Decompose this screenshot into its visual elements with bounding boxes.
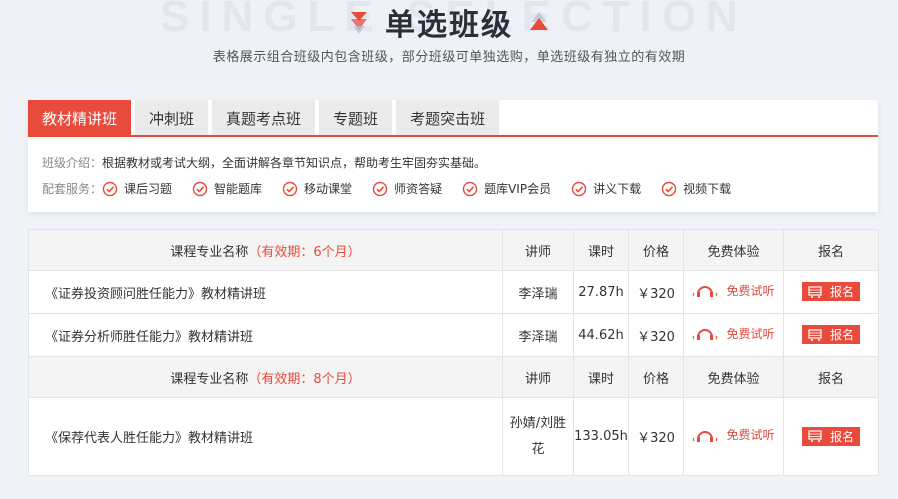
free-trial-link[interactable]: 免费试听	[692, 282, 775, 299]
enroll-label: 报名	[829, 328, 854, 343]
course-hours: 133.05h	[573, 397, 629, 476]
enroll-cell: 报名	[783, 397, 879, 476]
headset-icon	[693, 286, 718, 298]
enroll-label: 报名	[829, 285, 854, 300]
tab-sprint[interactable]: 冲刺班	[135, 100, 209, 136]
class-tabs: 教材精讲班 冲刺班 真题考点班 专题班 考题突击班	[28, 100, 500, 136]
tab-exam-points[interactable]: 真题考点班	[212, 100, 316, 136]
header-enroll: 报名	[783, 229, 879, 271]
down-arrow-icon	[351, 12, 367, 34]
service-label: 视频下载	[683, 182, 732, 196]
page-subtitle: 表格展示组合班级内包含班级，部分班级可单独选购，单选班级有独立的有效期	[212, 50, 686, 65]
service-item: 视频下载	[661, 180, 731, 197]
page-title: 单选班级	[385, 8, 513, 43]
headset-icon	[693, 430, 718, 442]
service-item: 师资答疑	[372, 180, 442, 197]
table-header-row: 课程专业名称（有效期：8个月） 讲师 课时 价格 免费体验 报名	[28, 356, 879, 398]
services-list: 配套服务： 课后习题 智能题库 移动课堂 师资答疑 题库VIP会员 讲义下载 视…	[42, 180, 751, 197]
service-item: 题库VIP会员	[462, 180, 551, 197]
course-table: 课程专业名称（有效期：6个月） 讲师 课时 价格 免费体验 报名 《证券投资顾问…	[28, 229, 879, 476]
trial-cell: 免费试听	[683, 270, 784, 314]
enroll-cell: 报名	[783, 270, 879, 314]
check-circle-icon	[372, 181, 388, 196]
trial-cell: 免费试听	[683, 313, 784, 357]
table-row: 《证券分析师胜任能力》教材精讲班 李泽瑞 44.62h ￥320 免费试听 报名	[28, 313, 879, 357]
enroll-label: 报名	[829, 429, 854, 444]
service-label: 移动课堂	[304, 182, 353, 196]
page-header: SINGLE SELECTION 单选班级 表格展示组合班级内包含班级，部分班级…	[0, 0, 898, 80]
bottom-strip	[0, 488, 898, 499]
check-circle-icon	[462, 181, 478, 196]
check-circle-icon	[571, 181, 587, 196]
service-label: 题库VIP会员	[484, 182, 552, 196]
free-trial-label: 免费试听	[726, 283, 775, 298]
course-price: ￥320	[628, 313, 684, 357]
cart-icon	[808, 286, 822, 298]
table-row: 《证券投资顾问胜任能力》教材精讲班 李泽瑞 27.87h ￥320 免费试听 报…	[28, 270, 879, 314]
header-free-trial: 免费体验	[683, 229, 784, 271]
trial-cell: 免费试听	[683, 397, 784, 476]
table-header-row: 课程专业名称（有效期：6个月） 讲师 课时 价格 免费体验 报名	[28, 229, 879, 271]
course-name: 《证券投资顾问胜任能力》教材精讲班	[28, 270, 503, 314]
service-label: 智能题库	[214, 182, 263, 196]
enroll-button[interactable]: 报名	[802, 325, 860, 345]
free-trial-link[interactable]: 免费试听	[692, 325, 775, 342]
header-teacher: 讲师	[502, 356, 574, 398]
cart-icon	[808, 329, 822, 341]
check-circle-icon	[192, 181, 208, 196]
course-teacher: 孙婧/刘胜花	[502, 397, 574, 476]
course-hours: 27.87h	[573, 270, 629, 314]
class-intro: 班级介绍：根据教材或考试大纲，全面讲解各章节知识点，帮助考生牢固夯实基础。	[42, 154, 486, 171]
header-course-name: 课程专业名称（有效期：6个月）	[28, 229, 503, 271]
check-circle-icon	[661, 181, 677, 196]
free-trial-label: 免费试听	[726, 428, 775, 443]
service-label: 讲义下载	[593, 182, 642, 196]
enroll-cell: 报名	[783, 313, 879, 357]
check-circle-icon	[102, 181, 118, 196]
tab-exam-assault[interactable]: 考题突击班	[396, 100, 500, 136]
title-row: 单选班级	[0, 2, 898, 43]
tab-topic[interactable]: 专题班	[319, 100, 393, 136]
free-trial-link[interactable]: 免费试听	[692, 426, 775, 443]
service-item: 讲义下载	[571, 180, 641, 197]
services-label: 配套服务：	[42, 182, 103, 196]
headset-icon	[693, 329, 718, 341]
header-free-trial: 免费体验	[683, 356, 784, 398]
cart-icon	[808, 430, 822, 443]
validity-label: （有效期：6个月）	[248, 244, 361, 260]
course-price: ￥320	[628, 397, 684, 476]
course-hours: 44.62h	[573, 313, 629, 357]
course-name: 《证券分析师胜任能力》教材精讲班	[28, 313, 503, 357]
service-item: 课后习题	[102, 180, 172, 197]
validity-label: （有效期：8个月）	[248, 371, 361, 387]
course-teacher: 李泽瑞	[502, 313, 574, 357]
class-card: 教材精讲班 冲刺班 真题考点班 专题班 考题突击班 班级介绍：根据教材或考试大纲…	[28, 100, 878, 212]
header-teacher: 讲师	[502, 229, 574, 271]
service-label: 师资答疑	[394, 182, 443, 196]
table-row: 《保荐代表人胜任能力》教材精讲班 孙婧/刘胜花 133.05h ￥320 免费试…	[28, 397, 879, 476]
enroll-button[interactable]: 报名	[802, 426, 860, 446]
enroll-button[interactable]: 报名	[802, 282, 860, 302]
intro-label: 班级介绍：	[42, 156, 103, 170]
course-teacher: 李泽瑞	[502, 270, 574, 314]
service-item: 智能题库	[192, 180, 262, 197]
header-course-name: 课程专业名称（有效期：8个月）	[28, 356, 503, 398]
tabs-underline	[28, 135, 878, 137]
service-label: 课后习题	[124, 182, 173, 196]
tab-textbook-lecture[interactable]: 教材精讲班	[28, 100, 132, 136]
check-circle-icon	[282, 181, 298, 196]
free-trial-label: 免费试听	[726, 326, 775, 341]
service-item: 移动课堂	[282, 180, 352, 197]
header-enroll: 报名	[783, 356, 879, 398]
header-hours: 课时	[573, 229, 629, 271]
course-name: 《保荐代表人胜任能力》教材精讲班	[28, 397, 503, 476]
up-arrow-icon	[530, 12, 548, 30]
intro-text: 根据教材或考试大纲，全面讲解各章节知识点，帮助考生牢固夯实基础。	[102, 156, 487, 170]
header-hours: 课时	[573, 356, 629, 398]
header-price: 价格	[628, 356, 684, 398]
header-price: 价格	[628, 229, 684, 271]
course-price: ￥320	[628, 270, 684, 314]
